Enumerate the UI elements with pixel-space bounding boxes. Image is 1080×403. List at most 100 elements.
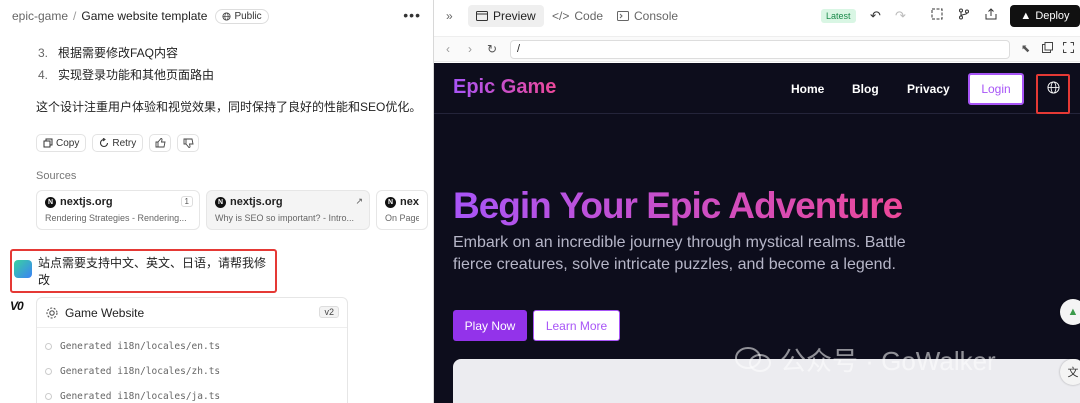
url-input[interactable]: / [510, 40, 1010, 59]
sources-label: Sources [36, 170, 77, 182]
language-switcher-highlight[interactable] [1036, 74, 1070, 114]
git-branch-icon[interactable] [958, 8, 970, 23]
wechat-icon [735, 346, 771, 372]
hero-subtitle: Embark on an incredible journey through … [453, 234, 906, 273]
generation-card-header: Game Website [37, 298, 347, 328]
list-item: Generated i18n/locales/zh.ts [45, 359, 220, 384]
tab-code-label: Code [574, 9, 604, 23]
list-item: Generated i18n/locales/en.ts [45, 334, 220, 359]
list-number: 3. [38, 46, 49, 60]
user-avatar [14, 260, 32, 278]
generated-file: Generated i18n/locales/en.ts [60, 341, 221, 352]
source-card[interactable]: Nnex On Page [376, 190, 428, 230]
thumbs-down-icon [183, 138, 194, 148]
list-item: Generated i18n/locales/ja.ts [45, 384, 220, 403]
terminal-icon [617, 11, 629, 21]
source-snippet: Rendering Strategies - Rendering... [45, 213, 187, 223]
hero-title: Begin Your Epic Adventure [453, 185, 903, 226]
copy-label: Copy [56, 137, 80, 149]
list-text: 根据需要修改FAQ内容 [58, 46, 179, 60]
retry-icon [100, 138, 109, 148]
tab-code[interactable]: </> Code [544, 5, 611, 27]
nav-home-link[interactable]: Home [791, 82, 824, 96]
generated-files-list: Generated i18n/locales/en.ts Generated i… [45, 334, 220, 403]
breadcrumb: epic-game / Game website template Public [0, 0, 433, 32]
globe-icon [1046, 81, 1060, 94]
new-window-icon[interactable] [1042, 42, 1053, 56]
expand-panel-icon[interactable]: » [446, 9, 453, 23]
share-icon[interactable] [985, 8, 997, 23]
status-dot-icon [45, 343, 52, 350]
thumbs-up-button[interactable] [149, 134, 172, 152]
nextjs-logo-icon: N [385, 196, 396, 208]
source-host: nextjs.org [230, 196, 283, 208]
expand-icon[interactable] [1063, 42, 1074, 56]
tab-console[interactable]: Console [609, 5, 686, 27]
source-card[interactable]: Nnextjs.org 1 Rendering Strategies - Ren… [36, 190, 200, 230]
more-options-icon[interactable]: ••• [403, 7, 421, 23]
watermark: 公众号 · GoWalker [734, 341, 996, 378]
undo-icon[interactable]: ↶ [870, 8, 881, 24]
copy-icon [43, 138, 53, 148]
login-button[interactable]: Login [968, 73, 1024, 105]
user-message-text: 站点需要支持中文、英文、日语，请帮我修改 [38, 256, 267, 287]
external-link-icon[interactable]: ↗ [355, 196, 363, 207]
project-name[interactable]: epic-game [12, 9, 68, 23]
deploy-button[interactable]: ▲ Deploy [1010, 5, 1080, 27]
translate-icon[interactable]: 文 [1060, 359, 1080, 385]
version-badge[interactable]: v2 [319, 306, 339, 318]
generated-file: Generated i18n/locales/zh.ts [60, 366, 221, 377]
forward-icon[interactable]: › [468, 42, 472, 56]
visibility-label: Public [234, 10, 262, 22]
chat-title[interactable]: Game website template [81, 9, 207, 23]
nextjs-logo-icon: N [215, 196, 226, 208]
source-snippet: Why is SEO so important? - Intro... [215, 213, 355, 223]
list-item: 3. 根据需要修改FAQ内容 [38, 44, 214, 66]
preview-icon [476, 11, 488, 21]
deploy-label: Deploy [1035, 10, 1070, 22]
response-summary: 这个设计注重用户体验和视觉效果，同时保持了良好的性能和SEO优化。 [36, 100, 422, 114]
source-snippet: On Page [385, 213, 419, 223]
nav-privacy-link[interactable]: Privacy [907, 82, 950, 96]
url-bar: ‹ › ↻ / ⬉ [434, 36, 1080, 62]
breadcrumb-separator: / [73, 9, 77, 23]
source-count-badge: 1 [180, 196, 193, 207]
visibility-badge[interactable]: Public [215, 8, 269, 24]
nav-blog-link[interactable]: Blog [852, 82, 879, 96]
status-dot-icon [45, 393, 52, 400]
copy-button[interactable]: Copy [36, 134, 87, 152]
source-card[interactable]: Nnextjs.org ↗ Why is SEO so important? -… [206, 190, 370, 230]
site-preview: Epic Game Home Blog Privacy Login Begin … [434, 63, 1080, 403]
tab-console-label: Console [634, 9, 679, 23]
list-text: 实现登录功能和其他页面路由 [58, 68, 215, 82]
user-message-highlight: 站点需要支持中文、英文、日语，请帮我修改 [10, 249, 277, 293]
retry-label: Retry [112, 137, 137, 149]
preview-panel: » Preview </> Code Console Latest ↶ ↷ ▲ … [434, 0, 1080, 403]
inspect-icon[interactable]: ⬉ [1021, 42, 1030, 55]
list-item: 4. 实现登录功能和其他页面路由 [38, 66, 214, 88]
site-navbar: Epic Game Home Blog Privacy Login [434, 63, 1080, 114]
watermark-text: 公众号 · GoWalker [780, 346, 996, 376]
triangle-icon: ▲ [1020, 10, 1032, 22]
thumbs-down-button[interactable] [177, 134, 200, 152]
app-root: epic-game / Game website template Public… [0, 0, 1080, 403]
fullscreen-icon[interactable] [931, 8, 943, 23]
leaf-icon[interactable]: ▲ [1060, 299, 1080, 325]
numbered-list: 3. 根据需要修改FAQ内容 4. 实现登录功能和其他页面路由 [38, 44, 214, 88]
source-host: nex [400, 196, 419, 208]
learn-more-button[interactable]: Learn More [533, 310, 620, 341]
generation-card[interactable]: Game Website v2 Generated i18n/locales/e… [36, 297, 348, 403]
generated-file: Generated i18n/locales/ja.ts [60, 391, 221, 402]
thumbs-up-icon [155, 138, 166, 148]
retry-button[interactable]: Retry [92, 134, 144, 152]
tab-preview[interactable]: Preview [468, 5, 544, 27]
tab-preview-label: Preview [493, 9, 536, 23]
chat-panel: epic-game / Game website template Public… [0, 0, 433, 403]
preview-toolbar: » Preview </> Code Console Latest ↶ ↷ ▲ … [434, 0, 1080, 32]
redo-icon[interactable]: ↷ [895, 8, 906, 24]
sources-list: Nnextjs.org 1 Rendering Strategies - Ren… [36, 190, 433, 230]
site-logo[interactable]: Epic Game [453, 76, 556, 99]
play-now-button[interactable]: Play Now [453, 310, 527, 341]
back-icon[interactable]: ‹ [446, 42, 450, 56]
reload-icon[interactable]: ↻ [487, 42, 497, 56]
